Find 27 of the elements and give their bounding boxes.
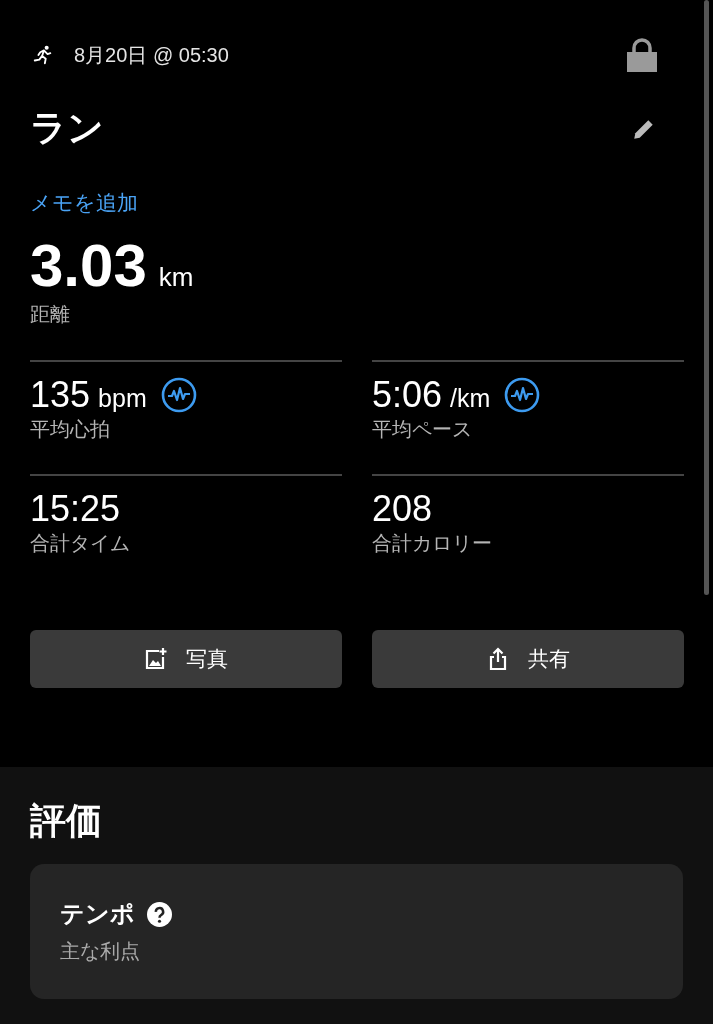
photo-button[interactable]: 写真 <box>30 630 342 688</box>
stat-value: 15:25 <box>30 488 121 530</box>
stat-label: 平均ペース <box>372 417 472 442</box>
runner-icon <box>32 44 54 66</box>
stat-label: 平均心拍 <box>30 417 110 442</box>
add-note-link[interactable]: メモを追加 <box>30 189 138 217</box>
section-heading: 評価 <box>30 799 102 843</box>
activity-title: ラン <box>30 106 104 150</box>
distance-label: 距離 <box>30 302 70 327</box>
card-title: テンポ <box>60 899 135 929</box>
share-button[interactable]: 共有 <box>372 630 684 688</box>
stat-label: 合計カロリー <box>372 531 492 556</box>
stat-value: 208 <box>372 488 433 530</box>
lock-icon[interactable] <box>627 38 657 72</box>
stat-value: 5:06 <box>372 374 443 416</box>
help-icon[interactable] <box>147 901 172 927</box>
distance-unit: km <box>158 262 194 293</box>
activity-datetime: 8月20日 @ 05:30 <box>74 42 229 68</box>
stat-unit: /km <box>450 383 491 413</box>
stat-label: 合計タイム <box>30 531 130 556</box>
heart-rate-icon[interactable] <box>504 377 541 413</box>
card-subtitle: 主な利点 <box>60 939 140 964</box>
stat-value: 135 <box>30 374 91 416</box>
stat-unit: bpm <box>98 383 147 413</box>
add-photo-icon <box>144 647 168 671</box>
heart-rate-icon[interactable] <box>160 377 197 413</box>
distance-value: 3.03 <box>30 233 147 299</box>
